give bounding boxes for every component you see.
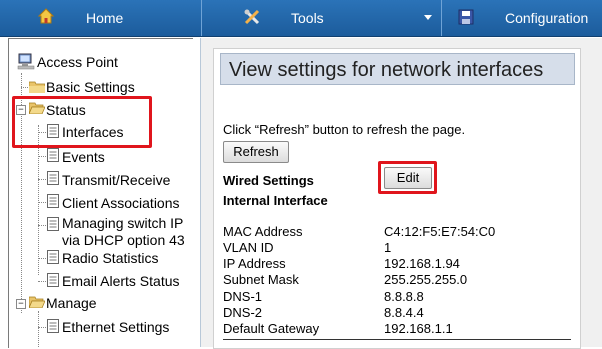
row-value: 8.8.8.8 (384, 289, 424, 304)
row-label: VLAN ID (223, 240, 274, 255)
tools-icon (244, 9, 260, 25)
wired-settings-heading: Wired Settings (223, 173, 314, 188)
top-nav-bar: Home Tools Configuration (0, 0, 602, 37)
refresh-instruction: Click “Refresh” button to refresh the pa… (223, 122, 466, 137)
row-value: 1 (384, 240, 392, 255)
nav-divider (201, 0, 202, 36)
content-area: View settings for network interfaces Cli… (213, 48, 581, 349)
nav-tools-menu[interactable]: Tools (291, 0, 324, 36)
document-icon (47, 250, 59, 264)
row-label: DNS-1 (223, 289, 263, 304)
collapse-toggle[interactable]: − (16, 299, 26, 309)
highlight-box (12, 96, 152, 148)
sidebar-tree: Access Point Basic Settings − Status Int… (8, 38, 193, 348)
divider (223, 339, 571, 340)
tree-root-access-point[interactable]: Access Point (17, 52, 187, 70)
document-icon (47, 148, 59, 162)
document-icon (47, 171, 59, 185)
internal-interface-heading: Internal Interface (223, 193, 328, 208)
row-label: DNS-2 (223, 305, 263, 320)
document-icon (47, 273, 59, 287)
main-panel: View settings for network interfaces Cli… (200, 38, 602, 349)
row-label: Subnet Mask (223, 272, 299, 287)
document-icon (47, 217, 59, 231)
home-icon (38, 8, 54, 24)
folder-open-icon (29, 296, 45, 308)
row-value: 8.8.4.4 (384, 305, 424, 320)
row-label: MAC Address (223, 224, 303, 239)
tree-connector (38, 311, 39, 347)
save-disk-icon (458, 9, 474, 25)
highlight-box (378, 161, 437, 194)
folder-icon (29, 81, 45, 93)
page-title: View settings for network interfaces (220, 53, 575, 85)
row-label: IP Address (223, 256, 286, 271)
computer-icon (17, 53, 35, 70)
nav-configuration-menu[interactable]: Configuration (505, 0, 588, 36)
document-icon (47, 194, 59, 208)
row-label: Default Gateway (223, 321, 320, 336)
nav-home-link[interactable]: Home (86, 0, 123, 36)
document-icon (47, 319, 59, 333)
nav-divider (441, 0, 442, 36)
row-value: 255.255.255.0 (384, 272, 468, 287)
row-value: 192.168.1.94 (384, 256, 460, 271)
refresh-button[interactable]: Refresh (223, 141, 289, 163)
row-value: C4:12:F5:E7:54:C0 (384, 224, 496, 239)
row-value: 192.168.1.1 (384, 321, 453, 336)
chevron-down-icon[interactable] (424, 15, 432, 20)
